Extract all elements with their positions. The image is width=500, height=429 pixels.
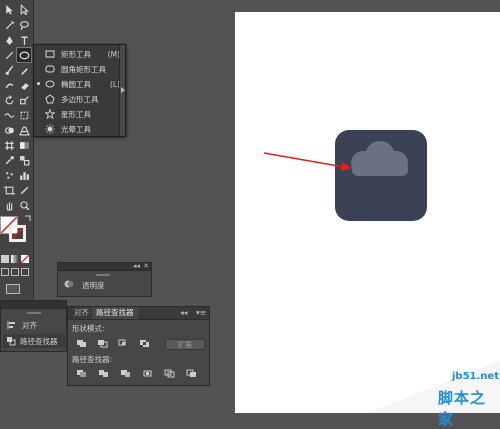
exclude-icon[interactable]	[139, 339, 150, 348]
merge-icon[interactable]	[120, 369, 131, 378]
trim-icon[interactable]	[98, 369, 109, 378]
tearoff-strip[interactable]	[119, 45, 125, 136]
align-icon	[7, 321, 15, 329]
hand-tool-icon[interactable]	[2, 198, 16, 212]
red-arrow-icon	[263, 152, 352, 171]
ellipse-icon	[45, 79, 55, 89]
tab-align[interactable]: 对齐	[70, 307, 93, 319]
draw-normal-icon[interactable]	[1, 268, 9, 276]
panel-grip[interactable]	[96, 274, 110, 276]
lasso-icon[interactable]	[17, 18, 31, 32]
blend-tool-icon[interactable]	[17, 153, 31, 167]
watermark-site: jb51.net	[452, 371, 499, 382]
tab-pathfinder[interactable]: 路径查找器	[92, 307, 138, 319]
perspective-grid-icon[interactable]	[17, 123, 31, 137]
line-tool-icon[interactable]	[2, 48, 16, 62]
warp-tool-icon[interactable]	[2, 108, 16, 122]
flare-tool-item[interactable]: 光晕工具	[34, 122, 120, 136]
shape-modes-label: 形状模式:	[72, 324, 105, 333]
selection-tool-icon[interactable]	[2, 2, 16, 16]
rectangle-tool-item[interactable]: 矩形工具 (M)	[34, 47, 120, 61]
align-dock-item[interactable]: 对齐	[5, 319, 65, 331]
intersect-icon[interactable]	[118, 339, 129, 348]
collapsed-panel-dock: 对齐 路径查找器	[0, 300, 67, 352]
transparency-label[interactable]: 透明度	[82, 280, 105, 291]
eraser-icon[interactable]	[17, 78, 31, 92]
tearoff-arrow-icon	[121, 87, 125, 93]
selected-indicator-icon	[37, 82, 40, 85]
gradient-mode-icon[interactable]	[11, 255, 19, 263]
color-mode-icon[interactable]	[1, 255, 9, 263]
type-tool-icon[interactable]	[17, 33, 31, 47]
collapse-icon[interactable]: ◂◂	[180, 307, 188, 319]
slice-tool-icon[interactable]	[17, 183, 31, 197]
direct-selection-tool-icon[interactable]	[17, 2, 31, 16]
watermark-name: 脚本之家	[438, 389, 487, 428]
unite-icon[interactable]	[76, 339, 87, 348]
artboard-tool-icon[interactable]	[2, 183, 16, 197]
rectangle-icon	[45, 49, 55, 59]
rounded-rectangle-icon	[45, 64, 55, 74]
minus-front-icon[interactable]	[97, 339, 108, 348]
draw-behind-icon[interactable]	[11, 268, 19, 276]
free-transform-icon[interactable]	[17, 108, 31, 122]
paintbrush-icon[interactable]	[2, 63, 16, 77]
star-tool-item[interactable]: 星形工具	[34, 107, 120, 121]
panel-menu-icon[interactable]: ▾≡	[196, 307, 206, 319]
pathfinder-dock-item[interactable]: 路径查找器	[3, 334, 67, 348]
screen-mode-icon[interactable]	[6, 284, 20, 294]
pathfinder-icon	[7, 337, 16, 346]
rotate-tool-icon[interactable]	[2, 93, 16, 107]
shape-builder-icon[interactable]	[2, 123, 16, 137]
pathfinder-panel: 对齐 路径查找器 ◂◂ ▾≡ 形状模式: 扩展 路径查找器:	[67, 306, 210, 386]
divide-icon[interactable]	[76, 369, 87, 378]
collapse-icon[interactable]: ◂◂	[133, 262, 140, 270]
column-graph-icon[interactable]	[17, 168, 31, 182]
expand-button[interactable]: 扩展	[165, 339, 205, 350]
pen-tool-icon[interactable]	[2, 33, 16, 47]
ellipse-tool-icon[interactable]	[16, 47, 32, 63]
transparency-icon	[64, 279, 74, 289]
outline-icon[interactable]	[164, 369, 175, 378]
cloud-app-icon[interactable]	[335, 130, 427, 221]
scale-tool-icon[interactable]	[17, 93, 31, 107]
gradient-tool-icon[interactable]	[17, 138, 31, 152]
none-mode-icon[interactable]	[20, 254, 30, 264]
shape-tools-flyout: 矩形工具 (M) 圆角矩形工具 椭圆工具 (L) 多边形工具 星形工具 光晕工具	[33, 44, 126, 137]
panel-tab-row: 对齐 路径查找器 ◂◂ ▾≡	[68, 307, 209, 320]
polygon-tool-item[interactable]: 多边形工具	[34, 92, 120, 106]
polygon-icon	[45, 94, 55, 104]
panel-grip[interactable]	[27, 312, 41, 314]
zoom-tool-icon[interactable]	[17, 198, 31, 212]
stroke-swatch[interactable]	[9, 225, 26, 242]
crop-icon[interactable]	[142, 369, 153, 378]
flare-icon	[45, 124, 55, 134]
pathfinders-label: 路径查找器:	[72, 355, 113, 364]
tools-panel	[0, 0, 34, 300]
mesh-tool-icon[interactable]	[2, 138, 16, 152]
panel-titlebar[interactable]	[1, 301, 66, 309]
panel-titlebar[interactable]: ◂◂ ✕	[58, 262, 151, 271]
cloud-shape-icon	[351, 141, 408, 176]
draw-inside-icon[interactable]	[21, 268, 29, 276]
magic-wand-icon[interactable]	[2, 18, 16, 32]
minus-back-icon[interactable]	[186, 369, 197, 378]
eyedropper-icon[interactable]	[2, 153, 16, 167]
site-watermark: jb51.net 脚本之家	[368, 360, 500, 428]
transparency-panel: ◂◂ ✕ 透明度	[57, 262, 152, 297]
ellipse-tool-item[interactable]: 椭圆工具 (L)	[34, 77, 120, 91]
pencil-icon[interactable]	[17, 63, 31, 77]
rounded-rectangle-tool-item[interactable]: 圆角矩形工具	[34, 62, 120, 76]
star-icon	[45, 109, 55, 119]
swap-fill-stroke-icon[interactable]	[24, 214, 32, 222]
symbol-sprayer-icon[interactable]	[2, 168, 16, 182]
blob-brush-icon[interactable]	[2, 78, 16, 92]
close-icon[interactable]: ✕	[143, 262, 149, 270]
